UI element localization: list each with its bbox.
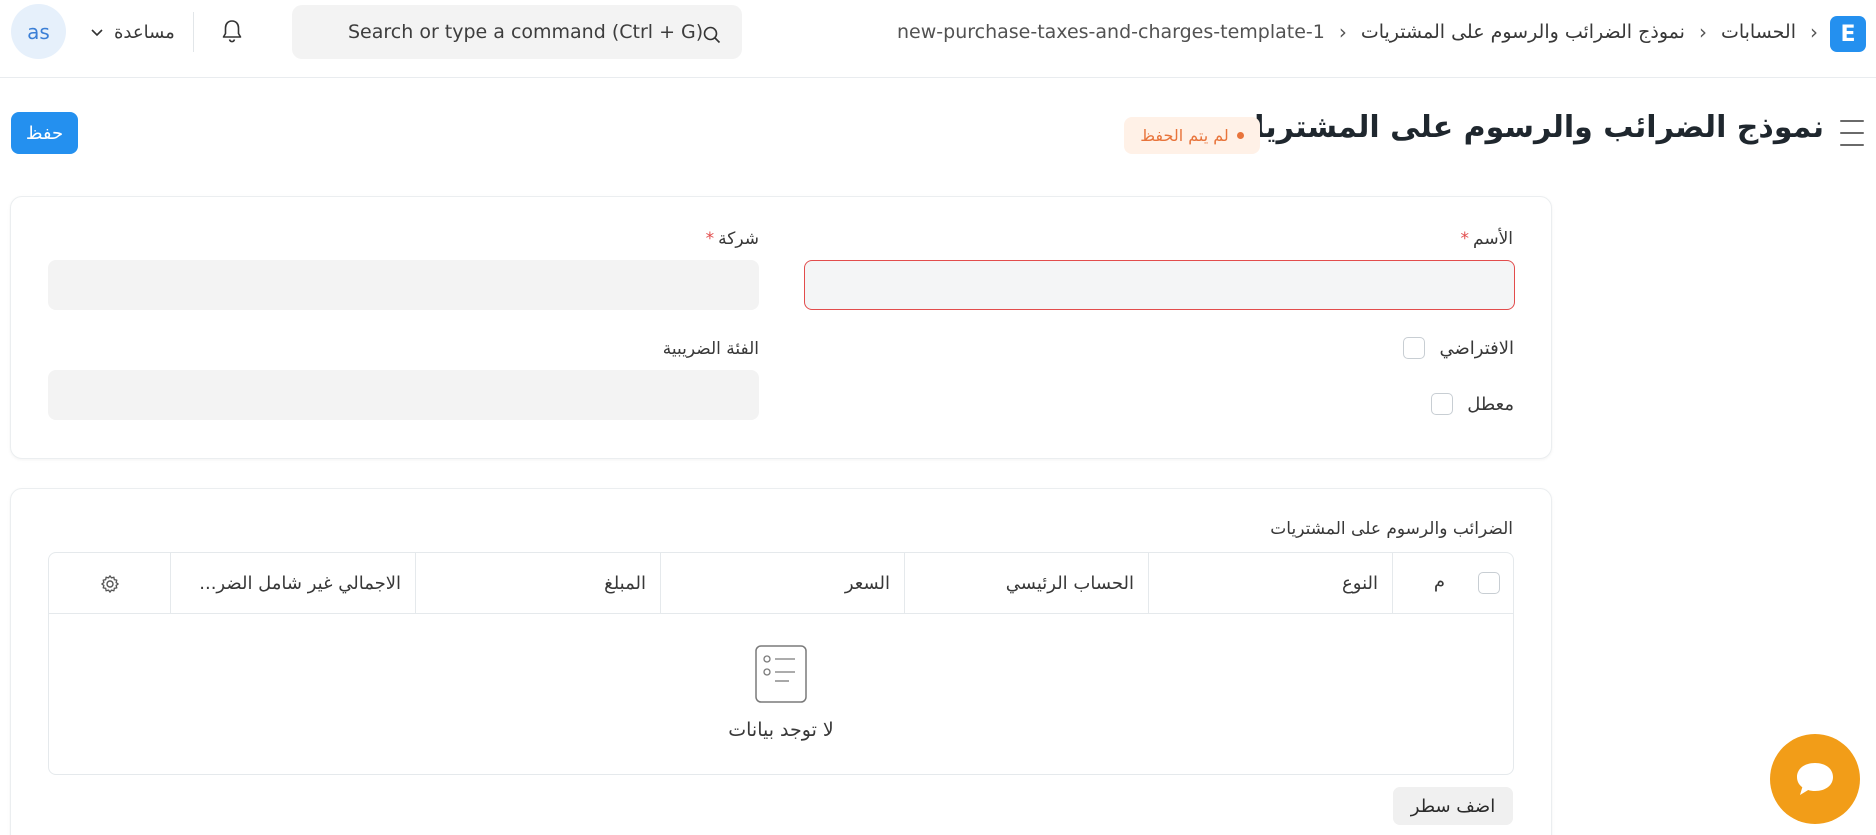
save-button[interactable]: حفظ [11, 112, 78, 154]
company-field-label: شركة* [706, 229, 759, 249]
col-total-label: الاجمالي غير شامل الضر... [199, 573, 401, 594]
bell-icon [222, 20, 242, 43]
required-mark: * [705, 229, 715, 249]
help-dropdown[interactable]: مساعدة [90, 18, 175, 46]
breadcrumb-separator: › [1698, 20, 1707, 44]
grid-col-settings[interactable] [49, 553, 171, 614]
add-row-button[interactable]: اضف سطر [1393, 787, 1513, 825]
chevron-down-icon [91, 29, 103, 37]
grid-col-index: م [1433, 571, 1445, 592]
grid-col-type[interactable]: النوع [1149, 553, 1393, 614]
name-label-text: الأسم [1473, 229, 1513, 249]
search-icon [703, 26, 721, 44]
col-amount-label: المبلغ [604, 573, 646, 594]
app-logo[interactable]: E [1830, 16, 1866, 52]
default-label: الافتراضي [1439, 337, 1514, 359]
breadcrumb-current-doc: new-purchase-taxes-and-charges-template-… [897, 21, 1325, 43]
empty-state-text: لا توجد بيانات [728, 719, 834, 741]
help-label: مساعدة [114, 21, 175, 43]
required-mark: * [1460, 229, 1470, 249]
default-checkbox[interactable] [1403, 337, 1426, 359]
select-all-checkbox[interactable] [1478, 572, 1500, 594]
grid-col-select: م [1393, 553, 1513, 614]
grid-empty-state: لا توجد بيانات [49, 614, 1513, 774]
name-field-label: الأسم* [1461, 229, 1513, 249]
gear-icon[interactable] [100, 574, 120, 594]
status-text: لم يتم الحفظ [1140, 126, 1229, 145]
taxes-section: الضرائب والرسوم على المشتريات م النوع ال… [10, 488, 1552, 835]
tax-category-label: الفئة الضريبية [662, 339, 759, 359]
taxes-grid: م النوع الحساب الرئيسي السعر المبلغ الاج… [48, 552, 1514, 775]
grid-header-row: م النوع الحساب الرئيسي السعر المبلغ الاج… [49, 553, 1513, 614]
name-input[interactable] [804, 260, 1515, 310]
grid-col-account-head[interactable]: الحساب الرئيسي [905, 553, 1149, 614]
breadcrumb: › الحسابات › نموذج الضرائب والرسوم على ا… [897, 17, 1818, 47]
chat-bubble-icon [1797, 763, 1833, 795]
disabled-label: معطل [1467, 393, 1514, 415]
default-checkbox-row[interactable]: الافتراضي [1403, 337, 1514, 359]
empty-list-icon [755, 645, 807, 703]
disabled-checkbox[interactable] [1431, 393, 1454, 415]
search-input[interactable]: Search or type a command (Ctrl + G) [348, 21, 703, 43]
col-type-label: النوع [1342, 573, 1378, 594]
grid-col-amount[interactable]: المبلغ [416, 553, 661, 614]
chat-support-button[interactable] [1770, 734, 1860, 824]
status-badge: لم يتم الحفظ [1124, 117, 1260, 154]
breadcrumb-doctype[interactable]: نموذج الضرائب والرسوم على المشتريات [1361, 21, 1685, 43]
breadcrumb-separator: › [1810, 20, 1818, 44]
details-section: الأسم* شركة* الافتراضي معطل الفئة الضريب… [10, 196, 1552, 459]
taxes-section-label: الضرائب والرسوم على المشتريات [1270, 519, 1513, 539]
company-input[interactable] [48, 260, 759, 310]
navbar: as مساعدة Search or type a command (Ctrl… [0, 0, 1876, 78]
grid-col-total[interactable]: الاجمالي غير شامل الضر... [171, 553, 416, 614]
company-label-text: شركة [718, 229, 759, 249]
sidebar-toggle-menu-icon[interactable] [1840, 120, 1864, 146]
status-dot-icon [1236, 132, 1244, 139]
disabled-checkbox-row[interactable]: معطل [1431, 393, 1514, 415]
col-account-label: الحساب الرئيسي [1005, 573, 1134, 594]
breadcrumb-separator: › [1338, 20, 1347, 44]
search-bar[interactable]: Search or type a command (Ctrl + G) [292, 5, 742, 59]
breadcrumb-accounts[interactable]: الحسابات [1721, 21, 1796, 43]
tax-category-input[interactable] [48, 370, 759, 420]
col-rate-label: السعر [844, 573, 890, 594]
grid-col-rate[interactable]: السعر [661, 553, 905, 614]
notifications-bell[interactable] [218, 16, 246, 46]
user-avatar[interactable]: as [11, 4, 66, 59]
navbar-divider [193, 12, 194, 52]
